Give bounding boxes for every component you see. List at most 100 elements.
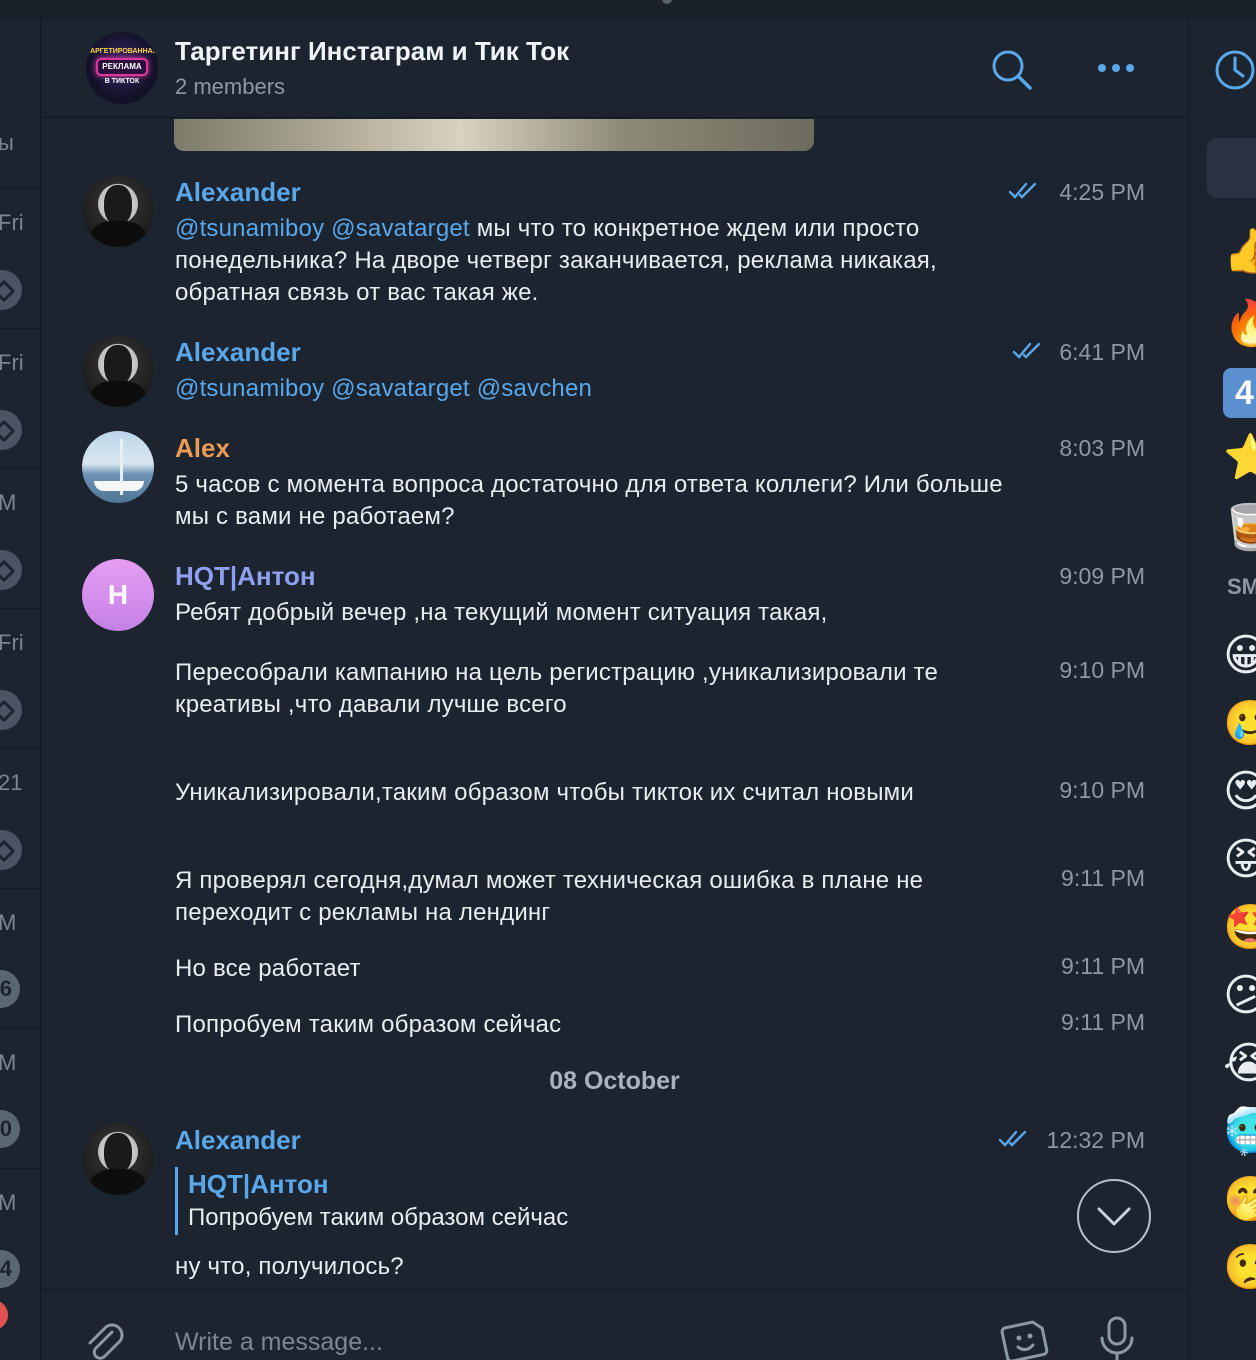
pin-icon [0,690,22,730]
emoji-tongue[interactable]: 😝 [1223,836,1256,884]
date-separator: 08 October [549,1067,680,1095]
sender-name[interactable]: HQT|Антон [175,561,316,592]
sticker-icon [1000,1320,1049,1360]
mention-link[interactable]: @tsunamiboy [175,375,324,402]
chat-list-date: M [0,910,16,936]
message-text: Пересобрали кампанию на цель регистрацию… [175,659,939,718]
emoji-heart-eyes[interactable]: 😍 [1223,768,1256,816]
chevron-down-icon [1097,1207,1131,1226]
chat-list-date: 21 [0,770,23,795]
unread-badge: 6 [0,970,20,1008]
message-time: 6:41 PM [1059,339,1145,365]
message-time: 9:11 PM [1061,865,1145,891]
chat-title[interactable]: Таргетинг Инстаграм и Тик Ток [175,36,569,67]
message-text: Попробуем таким образом сейчас [175,1011,562,1038]
message-time: 12:32 PM [1046,1127,1145,1153]
chat-list-date: Fri [0,210,24,235]
scroll-to-bottom-button[interactable] [1077,1179,1151,1253]
paperclip-icon [88,1323,124,1360]
message-time: 9:10 PM [1059,777,1145,803]
chat-header: ТАРГЕТИРОВАННАЯ РЕКЛАМА В ТИКТОК Таргети… [42,18,1187,118]
emoji-panel-edge: 👍 🔥 4 ⭐ 🥃 SM 😀 🥲 😍 😝 🤩 😕 😭 🥶 🤭 🤥 [1188,18,1256,1360]
search-icon [992,50,1032,90]
pin-icon [0,550,22,590]
unread-badge: 4 [0,1250,20,1288]
notification-dot [0,1300,8,1330]
message-text: Но все работает [175,955,361,982]
attach-button[interactable] [82,1318,126,1360]
chat-list-date: Fri [0,630,24,655]
emoji-crying[interactable]: 😭 [1223,1040,1256,1088]
sender-name[interactable]: Alexander [175,1125,301,1156]
emoji-fire[interactable]: 🔥 [1223,300,1256,348]
emoji-confused[interactable]: 😕 [1223,972,1256,1020]
avatar[interactable] [82,1123,154,1195]
chat-list-date: M [0,1190,16,1216]
emoji-tear-smile[interactable]: 🥲 [1223,700,1256,748]
avatar-text: В ТИКТОК [104,78,140,85]
message-time: 8:03 PM [1059,435,1145,461]
message-time: 9:11 PM [1061,1009,1145,1035]
search-button[interactable] [990,48,1034,92]
sticker-button[interactable] [1000,1314,1050,1360]
divider [0,1168,40,1169]
message-text: Уникализировали,таким образом чтобы тикт… [175,779,914,806]
divider [0,748,40,749]
message-time: 9:11 PM [1061,953,1145,979]
divider [0,608,40,609]
divider [0,1028,40,1029]
avatar-text: ТАРГЕТИРОВАННАЯ [86,48,158,55]
window-top-bar [0,0,1256,18]
emoji-grinning[interactable]: 😀 [1223,632,1256,680]
emoji-star-struck[interactable]: 🤩 [1223,904,1256,952]
sender-name[interactable]: Alexander [175,177,301,208]
message-text: Ребят добрый вечер ,на текущий момент си… [175,599,828,626]
emoji-section-label: SM [1227,574,1256,599]
chat-list-text: ы [0,130,14,156]
emoji-lying[interactable]: 🤥 [1223,1244,1256,1292]
mention-link[interactable]: @tsunamiboy [175,215,324,242]
chat-list-date: M [0,490,16,516]
avatar[interactable]: H [82,559,154,631]
emoji-thumbs-up[interactable]: 👍 [1223,228,1256,276]
mention-link[interactable]: @savchen [477,375,592,402]
message-text: @tsunamiboy @savatarget мы что то конкре… [175,213,1005,309]
read-checkmarks-icon [1012,342,1041,359]
emoji-cold[interactable]: 🥶 [1223,1108,1256,1156]
voice-message-button[interactable] [1097,1314,1137,1360]
reply-quote[interactable]: HQT|Антон Попробуем таким образом сейчас [175,1167,568,1235]
emoji-star[interactable]: ⭐ [1223,434,1256,482]
avatar[interactable] [82,335,154,407]
emoji-glass[interactable]: 🥃 [1223,504,1256,552]
message-list[interactable]: Alexander 4:25 PM @tsunamiboy @savatarge… [42,119,1187,1289]
avatar[interactable] [82,175,154,247]
divider [0,328,40,329]
more-button[interactable] [1094,48,1138,92]
pin-icon [0,410,22,450]
mention-link[interactable]: @savatarget [331,215,470,242]
message-time: 9:10 PM [1059,657,1145,683]
emoji-keycap[interactable]: 4 [1223,368,1256,418]
message-text: @tsunamiboy @savatarget @savchen [175,373,1005,405]
clock-icon[interactable] [1213,48,1256,92]
chat-list-edge[interactable]: ы Fri Fri M Fri 21 M 6 M 0 M 4 [0,18,41,1360]
chat-list-date: Fri [0,350,24,375]
reply-sender: HQT|Антон [188,1169,329,1199]
emoji-search-box[interactable] [1207,138,1256,198]
sender-name[interactable]: Alexander [175,337,301,368]
emoji-hand-over-mouth[interactable]: 🤭 [1223,1176,1256,1224]
member-count: 2 members [175,74,286,99]
message-input[interactable] [175,1324,955,1360]
message-composer [42,1289,1187,1360]
sender-name[interactable]: Alex [175,433,230,464]
avatar[interactable] [82,431,154,503]
reply-text: Попробуем таким образом сейчас [188,1204,569,1231]
pin-icon [0,830,22,870]
pin-icon [0,270,22,310]
divider [0,468,40,469]
mention-link[interactable]: @savatarget [331,375,470,402]
message-text: 5 часов с момента вопроса достаточно для… [175,471,1003,530]
media-preview[interactable] [174,119,814,151]
more-icon [1098,64,1134,72]
group-avatar[interactable]: ТАРГЕТИРОВАННАЯ РЕКЛАМА В ТИКТОК [86,32,158,104]
